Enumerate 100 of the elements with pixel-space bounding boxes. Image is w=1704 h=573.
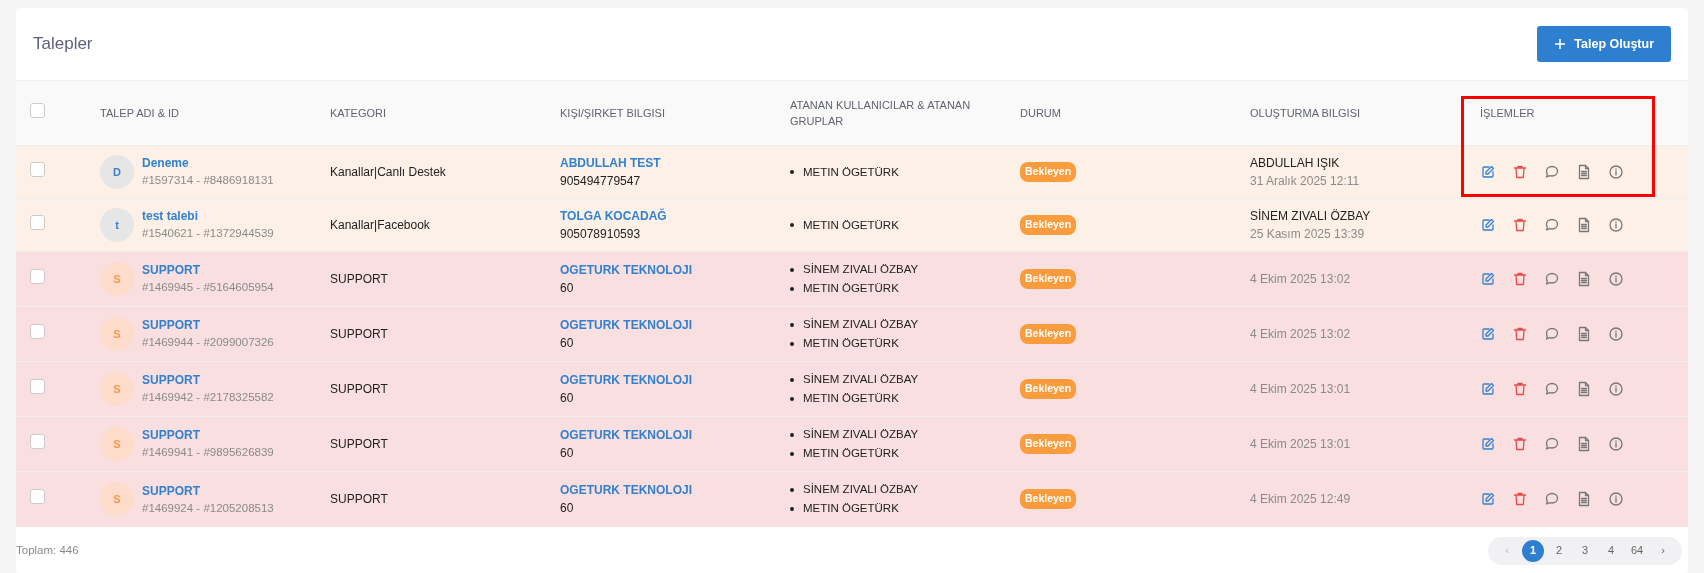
request-id: #1469944 - #2099007326 [142,335,274,351]
status-badge: Bekleyen [1020,434,1077,454]
edit-icon[interactable] [1480,271,1496,287]
contact-detail: 60 [560,280,575,297]
avatar: S [100,427,134,461]
contact-link[interactable]: ABDULLAH TEST [560,154,766,172]
category-cell: SUPPORT [318,416,548,472]
page-button[interactable]: 2 [1548,539,1570,562]
created-date: 4 Ekim 2025 13:02 [1250,326,1352,343]
delete-icon[interactable] [1512,164,1528,180]
info-icon[interactable] [1608,217,1624,233]
edit-icon[interactable] [1480,164,1496,180]
edit-icon[interactable] [1480,326,1496,342]
edit-icon[interactable] [1480,436,1496,452]
create-request-button[interactable]: Talep Oluştur [1537,25,1671,63]
checkbox[interactable] [30,379,45,394]
page-button[interactable]: 4 [1600,539,1622,562]
info-icon[interactable] [1608,381,1624,397]
document-icon[interactable] [1576,217,1592,233]
request-name-link[interactable]: SUPPORT [142,261,274,280]
document-icon[interactable] [1576,491,1592,508]
contact-detail: 60 [560,335,575,352]
checkbox[interactable] [30,103,45,119]
checkbox[interactable] [30,162,45,177]
request-name-link[interactable]: SUPPORT [142,426,274,445]
assignee-name: METIN ÖGETÜRK [803,501,899,517]
chat-bubble-icon[interactable] [1544,381,1560,397]
request-name-link[interactable]: SUPPORT [142,371,274,390]
page-button[interactable]: 3 [1574,539,1596,562]
created-date: 31 Aralık 2025 12:11 [1250,173,1361,190]
chat-bubble-icon[interactable] [1544,271,1560,287]
bullet-icon [790,322,794,327]
request-name-link[interactable]: Deneme [142,154,274,173]
contact-link[interactable]: OGETURK TEKNOLOJI [560,371,766,389]
page-button[interactable]: 64 [1626,539,1648,562]
request-id: #1469945 - #5164605954 [142,280,274,296]
column-header: TALEP ADI & ID [88,80,318,146]
delete-icon[interactable] [1512,271,1528,287]
checkbox[interactable] [30,489,45,505]
category-cell: SUPPORT [318,251,548,307]
info-icon[interactable] [1608,491,1624,508]
column-header: İŞLEMLER [1468,80,1688,146]
delete-icon[interactable] [1512,491,1528,508]
chat-bubble-icon[interactable] [1544,164,1560,180]
delete-icon[interactable] [1512,326,1528,342]
info-icon[interactable] [1608,164,1624,180]
contact-link[interactable]: OGETURK TEKNOLOJI [560,481,766,500]
document-icon[interactable] [1576,381,1592,397]
checkbox[interactable] [30,269,45,284]
category-cell: Kanallar|Canlı Destek [318,145,548,199]
bullet-icon [790,223,794,227]
bullet-icon [790,506,794,511]
created-date: 4 Ekim 2025 13:02 [1250,271,1352,288]
contact-link[interactable]: OGETURK TEKNOLOJI [560,316,766,334]
info-icon[interactable] [1608,326,1624,342]
delete-icon[interactable] [1512,436,1528,452]
bullet-icon [790,451,794,456]
avatar: S [100,482,134,517]
edit-icon[interactable] [1480,381,1496,397]
request-name-link[interactable]: test talebi [142,207,274,226]
assignee-name: SİNEM ZIVALI ÖZBAY [803,372,919,387]
chat-bubble-icon[interactable] [1544,326,1560,342]
request-id: #1540621 - #1372944539 [142,226,274,242]
creator-name: ABDULLAH IŞIK [1250,155,1341,172]
document-icon[interactable] [1576,436,1592,452]
column-header: OLUŞTURMA BILGISI [1238,80,1468,146]
edit-icon[interactable] [1480,491,1496,508]
next-page-button[interactable]: › [1652,539,1674,562]
checkbox[interactable] [30,324,45,339]
checkbox[interactable] [30,215,45,230]
info-icon[interactable] [1608,271,1624,287]
page-button[interactable]: 1 [1522,539,1544,562]
assignee-name: SİNEM ZIVALI ÖZBAY [803,482,919,498]
request-name-link[interactable]: SUPPORT [142,481,274,500]
plus-icon [1554,38,1567,50]
document-icon[interactable] [1576,326,1592,342]
chat-bubble-icon[interactable] [1544,491,1560,508]
request-name-link[interactable]: SUPPORT [142,316,274,335]
contact-link[interactable]: OGETURK TEKNOLOJI [560,426,766,444]
category-cell: SUPPORT [318,361,548,417]
contact-link[interactable]: OGETURK TEKNOLOJI [560,261,766,279]
status-badge: Bekleyen [1020,489,1077,510]
bullet-icon [790,377,794,382]
category-cell: SUPPORT [318,471,548,527]
status-badge: Bekleyen [1020,324,1077,344]
contact-link[interactable]: TOLGA KOCADAĞ [560,207,766,225]
document-icon[interactable] [1576,271,1592,287]
avatar: S [100,262,134,296]
checkbox[interactable] [30,434,45,449]
assignee-name: SİNEM ZIVALI ÖZBAY [803,262,919,277]
info-icon[interactable] [1608,436,1624,452]
chat-bubble-icon[interactable] [1544,217,1560,233]
delete-icon[interactable] [1512,217,1528,233]
contact-detail: 60 [560,445,575,462]
delete-icon[interactable] [1512,381,1528,397]
bullet-icon [790,170,794,174]
document-icon[interactable] [1576,164,1592,180]
chat-bubble-icon[interactable] [1544,436,1560,452]
edit-icon[interactable] [1480,217,1496,233]
assignee-name: METIN ÖGETÜRK [803,281,899,296]
